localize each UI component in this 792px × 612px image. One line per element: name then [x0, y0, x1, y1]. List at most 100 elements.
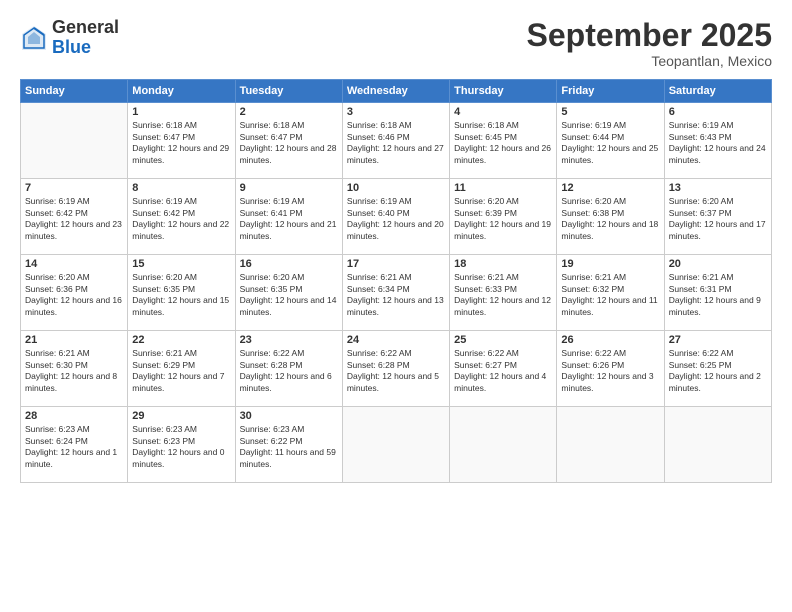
- location-subtitle: Teopantlan, Mexico: [527, 53, 772, 69]
- day-cell: 22 Sunrise: 6:21 AM Sunset: 6:29 PM Dayli…: [128, 331, 235, 407]
- day-cell: 15 Sunrise: 6:20 AM Sunset: 6:35 PM Dayli…: [128, 255, 235, 331]
- day-info: Sunrise: 6:19 AM Sunset: 6:41 PM Dayligh…: [240, 196, 338, 242]
- day-cell: 26 Sunrise: 6:22 AM Sunset: 6:26 PM Dayli…: [557, 331, 664, 407]
- day-number: 5: [561, 106, 659, 118]
- day-info: Sunrise: 6:19 AM Sunset: 6:43 PM Dayligh…: [669, 120, 767, 166]
- day-cell: 1 Sunrise: 6:18 AM Sunset: 6:47 PM Daylig…: [128, 103, 235, 179]
- day-info: Sunrise: 6:18 AM Sunset: 6:47 PM Dayligh…: [132, 120, 230, 166]
- logo-blue: Blue: [52, 38, 119, 58]
- day-cell: 2 Sunrise: 6:18 AM Sunset: 6:47 PM Daylig…: [235, 103, 342, 179]
- col-header-monday: Monday: [128, 80, 235, 103]
- day-number: 4: [454, 106, 552, 118]
- day-info: Sunrise: 6:18 AM Sunset: 6:46 PM Dayligh…: [347, 120, 445, 166]
- day-info: Sunrise: 6:21 AM Sunset: 6:32 PM Dayligh…: [561, 272, 659, 318]
- col-header-saturday: Saturday: [664, 80, 771, 103]
- day-cell: 29 Sunrise: 6:23 AM Sunset: 6:23 PM Dayli…: [128, 407, 235, 483]
- col-header-sunday: Sunday: [21, 80, 128, 103]
- logo-icon: [20, 24, 48, 52]
- month-title: September 2025: [527, 18, 772, 53]
- day-number: 24: [347, 334, 445, 346]
- week-row-5: 28Sunrise: 6:23 AM Sunset: 6:24 PM Dayli…: [21, 407, 772, 483]
- day-info: Sunrise: 6:21 AM Sunset: 6:31 PM Dayligh…: [669, 272, 767, 318]
- week-row-4: 21Sunrise: 6:21 AM Sunset: 6:30 PM Dayli…: [21, 331, 772, 407]
- col-header-tuesday: Tuesday: [235, 80, 342, 103]
- day-cell: 17Sunrise: 6:21 AM Sunset: 6:34 PM Dayli…: [342, 255, 449, 331]
- day-cell: 18 Sunrise: 6:21 AM Sunset: 6:33 PM Dayli…: [450, 255, 557, 331]
- day-info: Sunrise: 6:18 AM Sunset: 6:47 PM Dayligh…: [240, 120, 338, 166]
- day-number: 7: [25, 182, 123, 194]
- day-number: 10: [347, 182, 445, 194]
- day-info: Sunrise: 6:20 AM Sunset: 6:39 PM Dayligh…: [454, 196, 552, 242]
- title-block: September 2025 Teopantlan, Mexico: [527, 18, 772, 69]
- day-info: Sunrise: 6:21 AM Sunset: 6:29 PM Dayligh…: [132, 348, 230, 394]
- day-number: 2: [240, 106, 338, 118]
- day-cell: 14 Sunrise: 6:20 AM Sunset: 6:36 PM Dayli…: [21, 255, 128, 331]
- day-cell: [21, 103, 128, 179]
- day-cell: 28Sunrise: 6:23 AM Sunset: 6:24 PM Dayli…: [21, 407, 128, 483]
- day-number: 18: [454, 258, 552, 270]
- day-number: 19: [561, 258, 659, 270]
- day-cell: 24Sunrise: 6:22 AM Sunset: 6:28 PM Dayli…: [342, 331, 449, 407]
- day-number: 6: [669, 106, 767, 118]
- day-info: Sunrise: 6:22 AM Sunset: 6:25 PM Dayligh…: [669, 348, 767, 394]
- day-number: 22: [132, 334, 230, 346]
- calendar-page: General Blue September 2025 Teopantlan, …: [0, 0, 792, 612]
- week-row-1: 1 Sunrise: 6:18 AM Sunset: 6:47 PM Daylig…: [21, 103, 772, 179]
- day-cell: 7 Sunrise: 6:19 AM Sunset: 6:42 PM Daylig…: [21, 179, 128, 255]
- day-number: 30: [240, 410, 338, 422]
- day-number: 29: [132, 410, 230, 422]
- day-info: Sunrise: 6:23 AM Sunset: 6:24 PM Dayligh…: [25, 424, 123, 470]
- day-number: 14: [25, 258, 123, 270]
- col-header-friday: Friday: [557, 80, 664, 103]
- logo: General Blue: [20, 18, 119, 58]
- day-number: 9: [240, 182, 338, 194]
- day-info: Sunrise: 6:21 AM Sunset: 6:33 PM Dayligh…: [454, 272, 552, 318]
- day-cell: 12 Sunrise: 6:20 AM Sunset: 6:38 PM Dayli…: [557, 179, 664, 255]
- day-number: 13: [669, 182, 767, 194]
- day-number: 26: [561, 334, 659, 346]
- day-number: 11: [454, 182, 552, 194]
- day-cell: 10Sunrise: 6:19 AM Sunset: 6:40 PM Dayli…: [342, 179, 449, 255]
- day-cell: 8Sunrise: 6:19 AM Sunset: 6:42 PM Daylig…: [128, 179, 235, 255]
- day-cell: 27Sunrise: 6:22 AM Sunset: 6:25 PM Dayli…: [664, 331, 771, 407]
- day-info: Sunrise: 6:22 AM Sunset: 6:28 PM Dayligh…: [240, 348, 338, 394]
- day-info: Sunrise: 6:21 AM Sunset: 6:34 PM Dayligh…: [347, 272, 445, 318]
- day-cell: 21Sunrise: 6:21 AM Sunset: 6:30 PM Dayli…: [21, 331, 128, 407]
- day-number: 1: [132, 106, 230, 118]
- col-header-wednesday: Wednesday: [342, 80, 449, 103]
- day-info: Sunrise: 6:20 AM Sunset: 6:38 PM Dayligh…: [561, 196, 659, 242]
- day-cell: 20 Sunrise: 6:21 AM Sunset: 6:31 PM Dayli…: [664, 255, 771, 331]
- day-number: 21: [25, 334, 123, 346]
- day-number: 15: [132, 258, 230, 270]
- day-number: 12: [561, 182, 659, 194]
- day-number: 20: [669, 258, 767, 270]
- day-info: Sunrise: 6:20 AM Sunset: 6:35 PM Dayligh…: [240, 272, 338, 318]
- day-cell: 3 Sunrise: 6:18 AM Sunset: 6:46 PM Daylig…: [342, 103, 449, 179]
- header: General Blue September 2025 Teopantlan, …: [20, 18, 772, 69]
- day-cell: 23Sunrise: 6:22 AM Sunset: 6:28 PM Dayli…: [235, 331, 342, 407]
- day-cell: 16 Sunrise: 6:20 AM Sunset: 6:35 PM Dayli…: [235, 255, 342, 331]
- day-cell: 25Sunrise: 6:22 AM Sunset: 6:27 PM Dayli…: [450, 331, 557, 407]
- day-info: Sunrise: 6:22 AM Sunset: 6:26 PM Dayligh…: [561, 348, 659, 394]
- header-row: SundayMondayTuesdayWednesdayThursdayFrid…: [21, 80, 772, 103]
- day-cell: [557, 407, 664, 483]
- logo-text: General Blue: [52, 18, 119, 58]
- day-info: Sunrise: 6:18 AM Sunset: 6:45 PM Dayligh…: [454, 120, 552, 166]
- calendar-table: SundayMondayTuesdayWednesdayThursdayFrid…: [20, 79, 772, 483]
- day-cell: 19 Sunrise: 6:21 AM Sunset: 6:32 PM Dayli…: [557, 255, 664, 331]
- day-cell: [342, 407, 449, 483]
- day-info: Sunrise: 6:23 AM Sunset: 6:23 PM Dayligh…: [132, 424, 230, 470]
- day-info: Sunrise: 6:19 AM Sunset: 6:42 PM Dayligh…: [25, 196, 123, 242]
- day-info: Sunrise: 6:20 AM Sunset: 6:35 PM Dayligh…: [132, 272, 230, 318]
- day-info: Sunrise: 6:19 AM Sunset: 6:42 PM Dayligh…: [132, 196, 230, 242]
- day-number: 16: [240, 258, 338, 270]
- day-cell: [664, 407, 771, 483]
- week-row-2: 7 Sunrise: 6:19 AM Sunset: 6:42 PM Daylig…: [21, 179, 772, 255]
- day-info: Sunrise: 6:20 AM Sunset: 6:36 PM Dayligh…: [25, 272, 123, 318]
- day-cell: 11 Sunrise: 6:20 AM Sunset: 6:39 PM Dayli…: [450, 179, 557, 255]
- day-info: Sunrise: 6:23 AM Sunset: 6:22 PM Dayligh…: [240, 424, 338, 470]
- day-number: 3: [347, 106, 445, 118]
- day-info: Sunrise: 6:22 AM Sunset: 6:27 PM Dayligh…: [454, 348, 552, 394]
- day-cell: 9 Sunrise: 6:19 AM Sunset: 6:41 PM Daylig…: [235, 179, 342, 255]
- day-info: Sunrise: 6:19 AM Sunset: 6:44 PM Dayligh…: [561, 120, 659, 166]
